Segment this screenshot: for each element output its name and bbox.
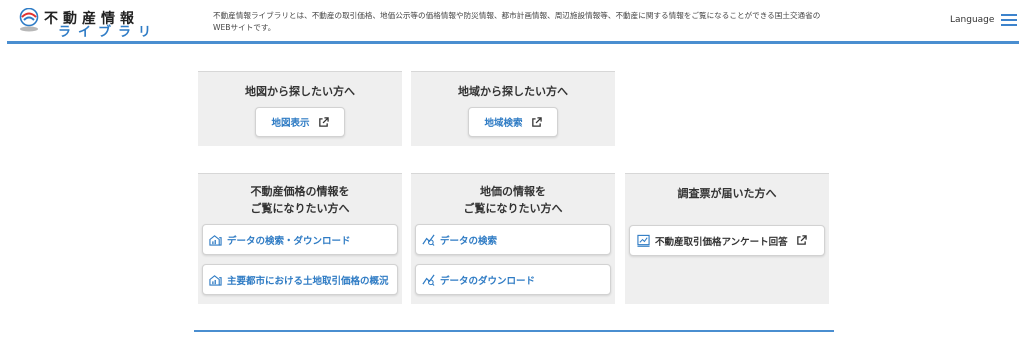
card-title: 地域から探したい方へ: [458, 85, 568, 98]
header-divider: [7, 41, 1019, 44]
data-search-download-button[interactable]: データの検索・ダウンロード: [202, 224, 398, 255]
survey-chart-icon: [637, 234, 650, 247]
card-land-price: 地価の情報を ご覧になりたい方へ データの検索 データのダウンロード: [411, 173, 615, 304]
hamburger-menu-icon[interactable]: [1001, 14, 1017, 26]
map-display-button[interactable]: 地図表示: [255, 107, 345, 137]
button-label: 不動産取引価格アンケート回答: [655, 236, 788, 248]
external-link-icon: [796, 235, 807, 245]
external-link-icon: [531, 116, 542, 127]
button-label: 主要都市における土地取引価格の概況: [227, 275, 389, 287]
logo-subtitle[interactable]: ライブラリ: [58, 21, 158, 40]
card-title-line1: 地価の情報を: [480, 185, 546, 198]
card-real-estate-price: 不動産価格の情報を ご覧になりたい方へ データの検索・ダウンロード 主要都市にお…: [198, 173, 402, 304]
external-link-icon: [318, 116, 329, 127]
card-title-line1: 不動産価格の情報を: [250, 185, 350, 198]
survey-answer-button[interactable]: 不動産取引価格アンケート回答: [629, 225, 825, 256]
logo-icon[interactable]: [18, 8, 40, 32]
card-title: 地図から探したい方へ: [245, 85, 355, 98]
card-map-search: 地図から探したい方へ 地図表示: [198, 71, 402, 146]
button-label: データのダウンロード: [440, 275, 536, 287]
card-area-search: 地域から探したい方へ 地域検索: [411, 71, 615, 146]
site-description: 不動産情報ライブラリとは、不動産の取引価格、地価公示等の価格情報や防災情報、都市…: [213, 11, 821, 32]
house-chart-icon: [209, 275, 222, 286]
site-header: 不動産情報 ライブラリ 不動産情報ライブラリとは、不動産の取引価格、地価公示等の…: [0, 0, 1024, 44]
button-label: データの検索・ダウンロード: [227, 235, 351, 247]
footer-divider: [194, 330, 834, 332]
house-chart-icon: [209, 235, 222, 246]
button-label: 地図表示: [271, 118, 310, 129]
button-label: 地域検索: [484, 118, 523, 129]
land-price-download-button[interactable]: データのダウンロード: [415, 264, 611, 295]
card-title: 調査票が届いた方へ: [677, 187, 777, 200]
button-label: データの検索: [440, 235, 498, 247]
card-title-line2: ご覧になりたい方へ: [250, 202, 350, 215]
price-trend-icon: [422, 274, 435, 286]
card-survey: 調査票が届いた方へ 不動産取引価格アンケート回答: [625, 173, 829, 304]
land-price-search-button[interactable]: データの検索: [415, 224, 611, 255]
land-price-overview-button[interactable]: 主要都市における土地取引価格の概況: [202, 264, 398, 295]
language-selector[interactable]: Language: [950, 15, 994, 25]
price-trend-icon: [422, 234, 435, 246]
card-title-line2: ご覧になりたい方へ: [463, 202, 563, 215]
area-search-button[interactable]: 地域検索: [468, 107, 558, 137]
